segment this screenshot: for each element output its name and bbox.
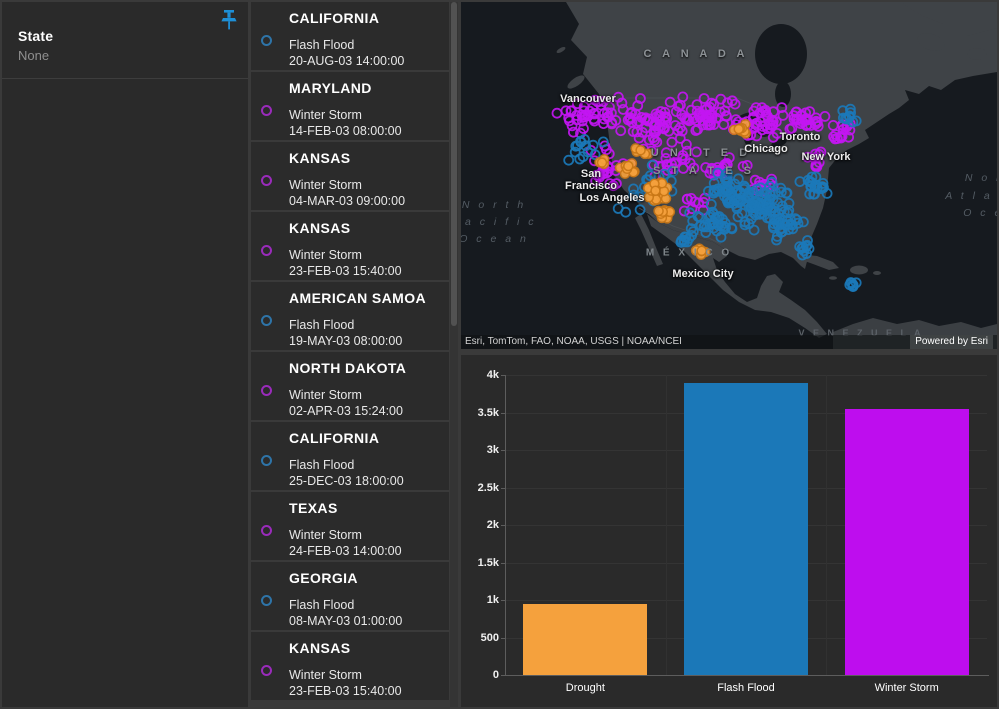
bar-chart-plot: 0 500 1k 1.5k 2k 2.5k 3k 3.5k 4k Drought Flash Flo… bbox=[461, 355, 997, 707]
y-axis-tick-label: 2k bbox=[461, 519, 499, 531]
x-axis-line bbox=[505, 675, 989, 676]
list-item[interactable]: GEORGIA Flash Flood08-MAY-03 01:00:00 bbox=[251, 562, 449, 630]
scrollbar-thumb[interactable] bbox=[451, 2, 457, 326]
y-axis-tick-label: 1k bbox=[461, 594, 499, 606]
event-dot-orange[interactable] bbox=[697, 246, 706, 255]
list-item-event: Winter Storm bbox=[289, 387, 443, 403]
list-item-state: CALIFORNIA bbox=[289, 10, 443, 26]
y-axis-tick-label: 0 bbox=[461, 669, 499, 681]
list-item-state: TEXAS bbox=[289, 500, 443, 516]
list-item-event: Flash Flood bbox=[289, 37, 443, 53]
list-item[interactable]: TEXAS Winter Storm24-FEB-03 14:00:00 bbox=[251, 492, 449, 560]
event-category-icon bbox=[261, 665, 272, 676]
bar-chart-panel: 0 500 1k 1.5k 2k 2.5k 3k 3.5k 4k Drought Flash Flo… bbox=[461, 355, 997, 707]
y-axis-line bbox=[505, 375, 506, 675]
list-item-datetime: 24-FEB-03 14:00:00 bbox=[289, 543, 443, 559]
event-dot-orange[interactable] bbox=[651, 186, 660, 195]
filter-label: State bbox=[18, 28, 232, 44]
list-item[interactable]: KANSAS Winter Storm23-FEB-03 15:40:00 bbox=[251, 632, 449, 700]
map-panel[interactable]: C A N A D AU N I T E DS T A T E SM É X I… bbox=[461, 2, 997, 349]
list-item-datetime: 20-AUG-03 14:00:00 bbox=[289, 53, 443, 69]
state-filter-panel: State None bbox=[2, 2, 248, 707]
list-item-state: CALIFORNIA bbox=[289, 430, 443, 446]
filter-selected-value[interactable]: None bbox=[18, 48, 232, 63]
list-scrollbar[interactable] bbox=[450, 2, 458, 707]
list-item[interactable]: MARYLAND Winter Storm14-FEB-03 08:00:00 bbox=[251, 72, 449, 140]
event-category-icon bbox=[261, 385, 272, 396]
list-item[interactable]: KANSAS Winter Storm23-FEB-03 15:40:00 bbox=[251, 212, 449, 280]
list-item[interactable]: NORTH DAKOTA Winter Storm02-APR-03 15:24:… bbox=[251, 352, 449, 420]
list-item-event: Flash Flood bbox=[289, 597, 443, 613]
y-axis-tick-label: 4k bbox=[461, 369, 499, 381]
list-item-datetime: 25-DEC-03 18:00:00 bbox=[289, 473, 443, 489]
list-item-state: GEORGIA bbox=[289, 570, 443, 586]
list-item-datetime: 04-MAR-03 09:00:00 bbox=[289, 193, 443, 209]
bar-winter-storm[interactable] bbox=[845, 409, 969, 675]
list-item-event: Winter Storm bbox=[289, 247, 443, 263]
list-item-datetime: 14-FEB-03 08:00:00 bbox=[289, 123, 443, 139]
y-axis-tick-label: 3k bbox=[461, 444, 499, 456]
list-item-datetime: 02-APR-03 15:24:00 bbox=[289, 403, 443, 419]
list-item-event: Winter Storm bbox=[289, 527, 443, 543]
list-item-state: NORTH DAKOTA bbox=[289, 360, 443, 376]
y-axis-tick-label: 1.5k bbox=[461, 557, 499, 569]
list-item-state: KANSAS bbox=[289, 640, 443, 656]
event-list-panel: CALIFORNIAFlash Flood20-AUG-03 14:00:00M… bbox=[251, 2, 458, 707]
list-item[interactable]: AMERICAN SAMOA Flash Flood19-MAY-03 08:00… bbox=[251, 282, 449, 350]
x-axis-category-label: Winter Storm bbox=[837, 682, 977, 694]
list-item[interactable]: CALIFORNIA Flash Flood20-AUG-03 14:00:00 bbox=[251, 2, 449, 70]
bar-drought[interactable] bbox=[523, 604, 647, 675]
list-item[interactable]: KANSAS Winter Storm04-MAR-03 09:00:00 bbox=[251, 142, 449, 210]
list-item[interactable]: CALIFORNIA Flash Flood25-DEC-03 18:00:00 bbox=[251, 422, 449, 490]
list-item-event: Winter Storm bbox=[289, 107, 443, 123]
list-item-state: MARYLAND bbox=[289, 80, 443, 96]
list-item-state: KANSAS bbox=[289, 150, 443, 166]
list-item-datetime: 08-MAY-03 01:00:00 bbox=[289, 613, 443, 629]
list-item-event: Winter Storm bbox=[289, 177, 443, 193]
event-dot-orange[interactable] bbox=[624, 162, 633, 171]
event-dot-orange[interactable] bbox=[598, 158, 607, 167]
y-axis-tick-label: 3.5k bbox=[461, 407, 499, 419]
x-axis-category-label: Flash Flood bbox=[676, 682, 816, 694]
event-dot-orange[interactable] bbox=[636, 146, 645, 155]
pushpin-icon[interactable] bbox=[218, 8, 240, 32]
bar-flash-flood[interactable] bbox=[684, 383, 808, 676]
event-dot-orange[interactable] bbox=[734, 125, 743, 134]
x-axis-category-label: Drought bbox=[515, 682, 655, 694]
list-item-event: Flash Flood bbox=[289, 457, 443, 473]
event-category-icon bbox=[261, 35, 272, 46]
list-item-state: KANSAS bbox=[289, 220, 443, 236]
list-item-datetime: 23-FEB-03 15:40:00 bbox=[289, 263, 443, 279]
event-dot-orange[interactable] bbox=[654, 207, 663, 216]
list-item-datetime: 23-FEB-03 15:40:00 bbox=[289, 683, 443, 699]
land-hispaniola bbox=[850, 266, 868, 275]
chart-gridline-vertical bbox=[826, 375, 827, 675]
event-list: CALIFORNIAFlash Flood20-AUG-03 14:00:00M… bbox=[251, 2, 449, 707]
event-category-icon bbox=[261, 315, 272, 326]
filter-header[interactable]: State None bbox=[2, 2, 248, 79]
list-item-datetime: 19-MAY-03 08:00:00 bbox=[289, 333, 443, 349]
list-item-event: Winter Storm bbox=[289, 667, 443, 683]
event-category-icon bbox=[261, 595, 272, 606]
chart-gridline-vertical bbox=[666, 375, 667, 675]
chart-gridline bbox=[505, 375, 987, 376]
event-category-icon bbox=[261, 525, 272, 536]
powered-by-esri[interactable]: Powered by Esri bbox=[910, 335, 993, 349]
map-canvas[interactable] bbox=[461, 2, 997, 349]
map-attribution-text: Esri, TomTom, FAO, NOAA, USGS | NOAA/NCE… bbox=[465, 335, 682, 349]
y-axis-tick-label: 2.5k bbox=[461, 482, 499, 494]
list-item-state: AMERICAN SAMOA bbox=[289, 290, 443, 306]
event-category-icon bbox=[261, 245, 272, 256]
event-category-icon bbox=[261, 455, 272, 466]
map-attribution-bar: Esri, TomTom, FAO, NOAA, USGS | NOAA/NCE… bbox=[461, 335, 997, 349]
y-axis-tick-label: 500 bbox=[461, 632, 499, 644]
event-category-icon bbox=[261, 175, 272, 186]
event-category-icon bbox=[261, 105, 272, 116]
list-item-event: Flash Flood bbox=[289, 317, 443, 333]
